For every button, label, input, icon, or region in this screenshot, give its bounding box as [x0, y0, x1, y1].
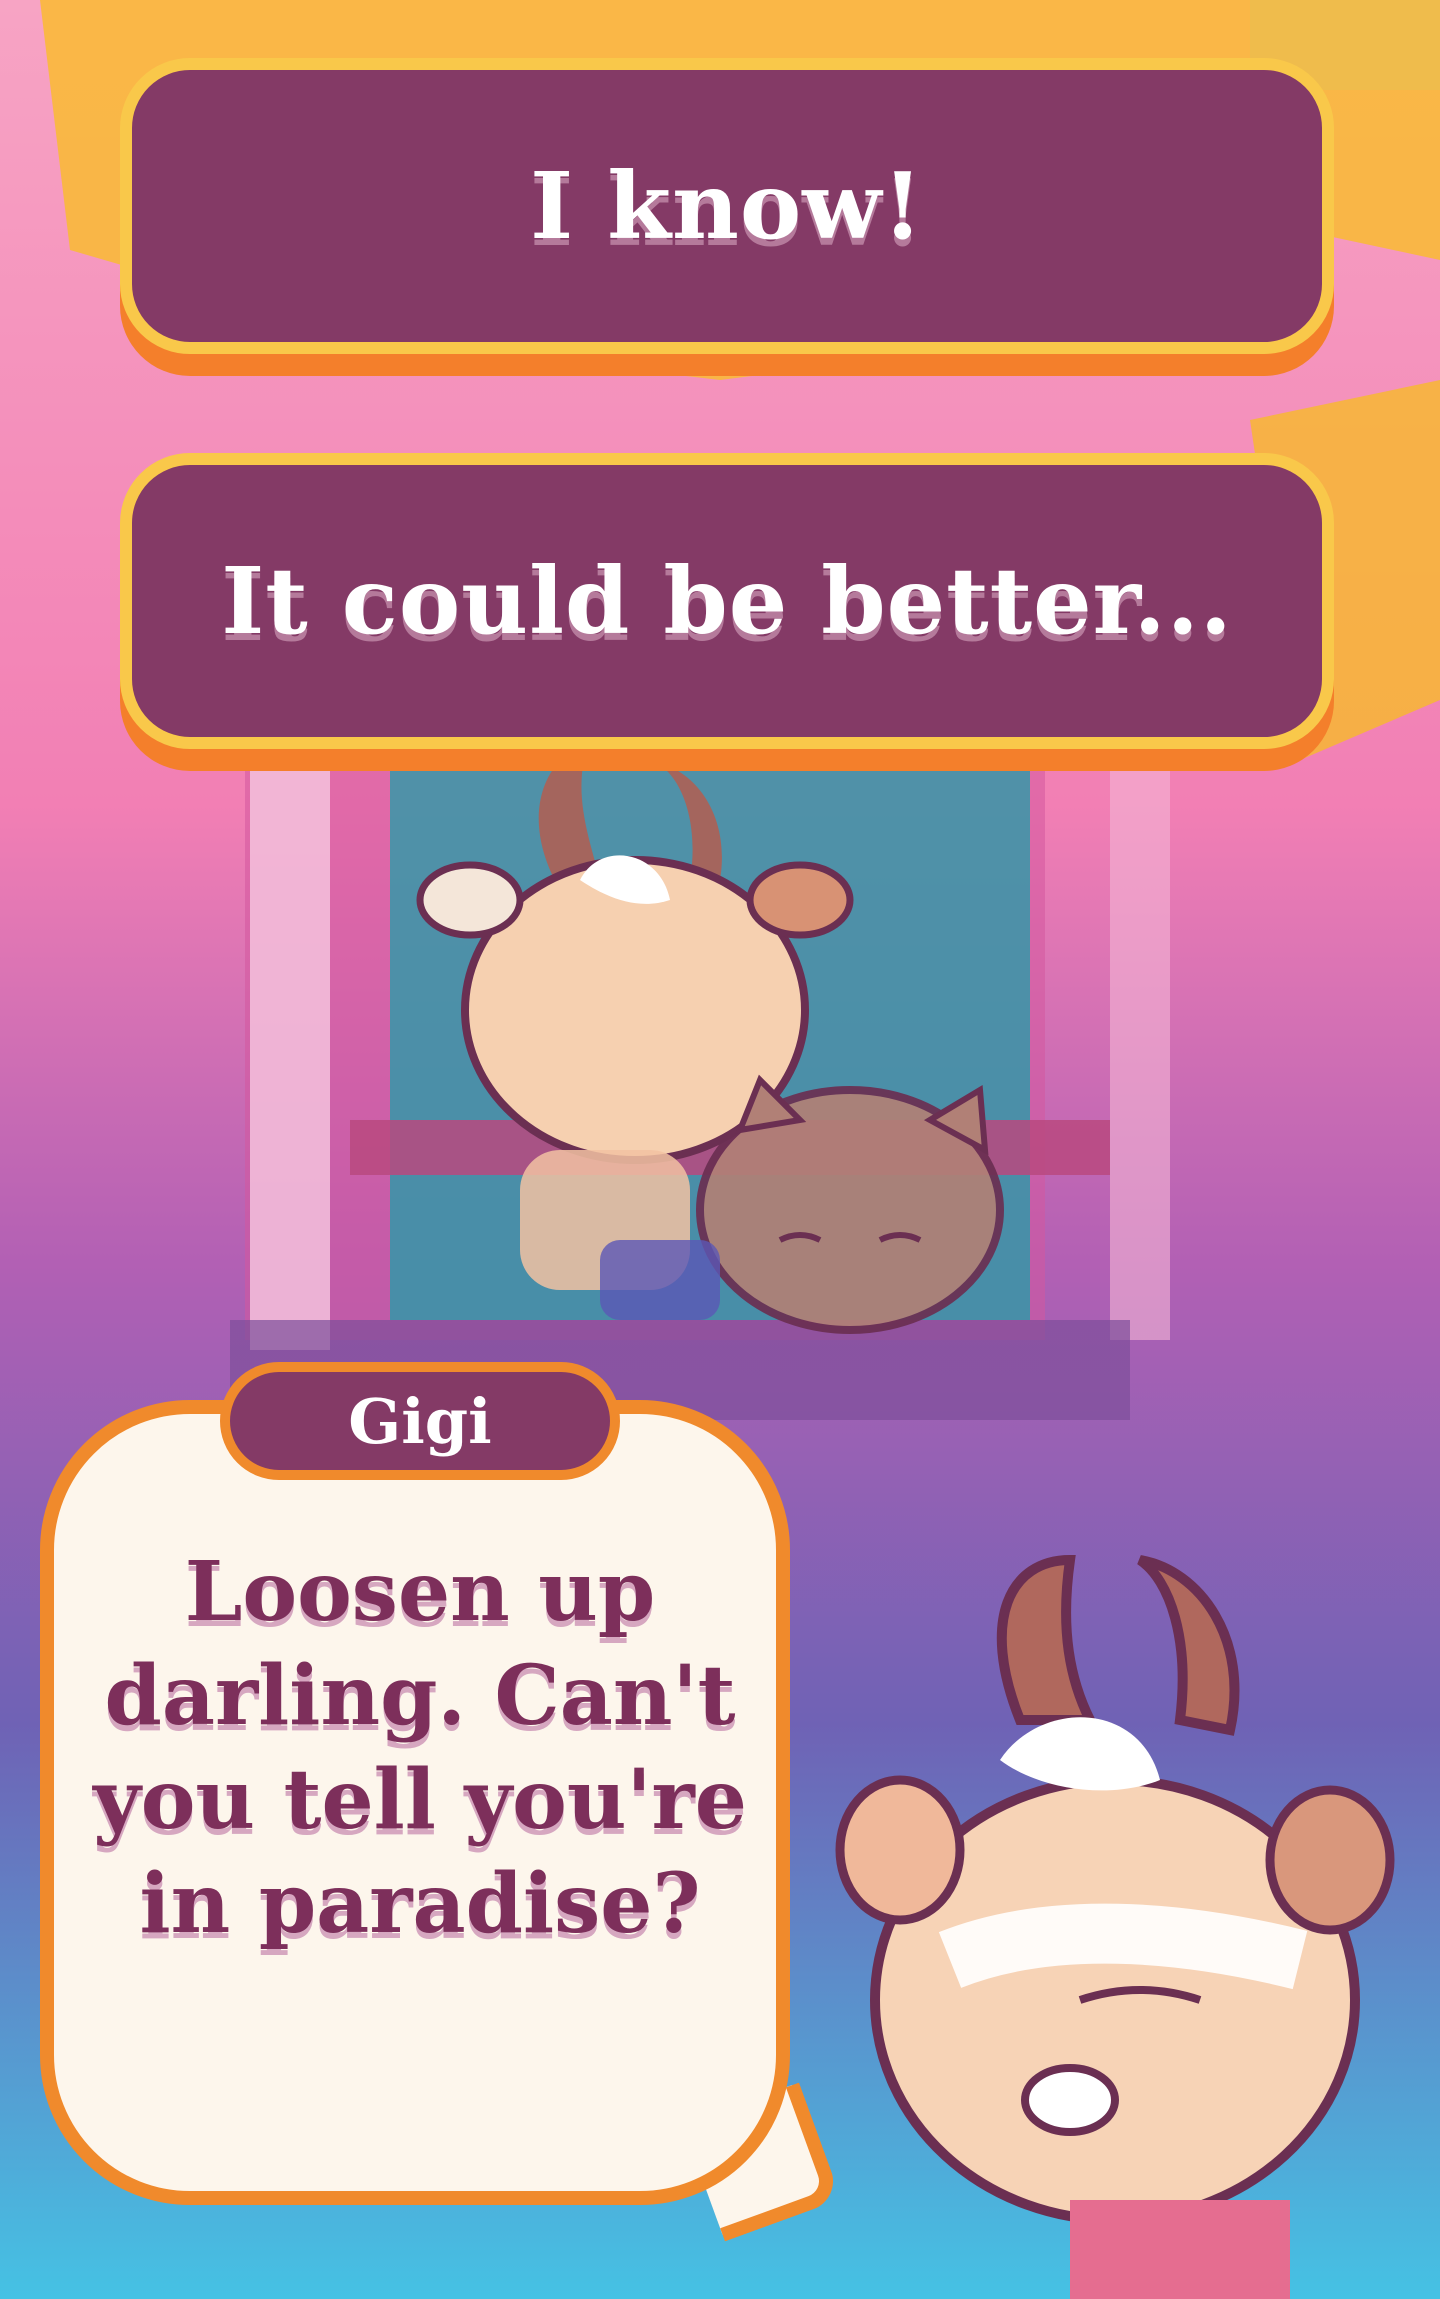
speaker-name: Gigi: [348, 1384, 492, 1458]
choice-label: I know!: [530, 152, 924, 260]
choice-label: It could be better...: [221, 547, 1233, 655]
dialog-choice-could-be-better[interactable]: It could be better...: [120, 453, 1334, 749]
dialog-text: Loosen up darling. Can't you tell you're…: [93, 1544, 747, 1952]
speaker-name-tag: Gigi: [220, 1362, 620, 1480]
dialog-choice-i-know[interactable]: I know!: [120, 58, 1334, 354]
